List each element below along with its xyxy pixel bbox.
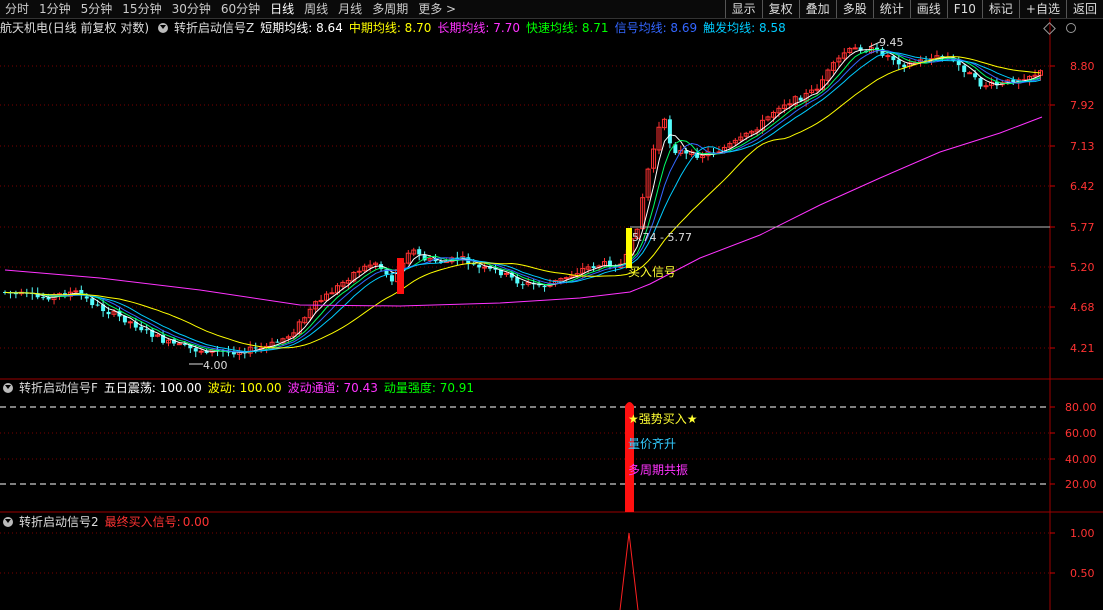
candle-body xyxy=(73,290,79,293)
candle-body xyxy=(329,292,335,295)
y-tick-label: 1.00 xyxy=(1070,527,1095,540)
candle-body xyxy=(852,47,858,50)
legend-field: 波动: 100.00 xyxy=(207,381,282,395)
legend-field: 触发均线: 8.58 xyxy=(703,21,786,35)
y-tick-label: 80.00 xyxy=(1065,401,1097,414)
candle-body xyxy=(275,341,280,343)
candlesticks xyxy=(3,42,1043,360)
field-label: 最终买入信号: xyxy=(104,515,181,529)
chart-mode: (日线 前复权 对数) xyxy=(48,21,150,35)
y-tick-label: 20.00 xyxy=(1065,478,1097,491)
legend-field: 快速均线: 8.71 xyxy=(525,21,609,35)
legend-field: 波动通道: 70.43 xyxy=(287,381,378,395)
candle-body xyxy=(814,88,820,91)
field-value: 0.00 xyxy=(182,515,210,529)
y-tick-label: 0.50 xyxy=(1070,567,1095,580)
candle-body xyxy=(139,326,144,331)
y-tick-label: 8.80 xyxy=(1070,60,1095,73)
signal-note: 量价齐升 xyxy=(628,436,676,451)
candle-body xyxy=(591,266,596,269)
sub1-legend: 转折启动信号F 五日震荡: 100.00 波动: 100.00 波动通道: 70.4… xyxy=(0,379,480,397)
candle-body xyxy=(477,264,482,268)
zoom-circle-icon[interactable] xyxy=(1066,23,1076,33)
candle-body xyxy=(563,277,569,280)
indicator-name[interactable]: 转折启动信号F xyxy=(19,379,98,397)
signal-note: 多周期共振 xyxy=(628,463,688,477)
candle-body xyxy=(127,321,133,324)
candle-body xyxy=(891,56,896,61)
signal-note: ★强势买入★ xyxy=(628,412,698,426)
candle-body xyxy=(253,347,258,349)
candle-body xyxy=(417,249,422,255)
signal-bar-red xyxy=(397,258,404,294)
candle-body xyxy=(356,270,362,273)
candle-body xyxy=(973,73,978,78)
candle-body xyxy=(967,72,973,75)
main-legend: 航天机电 (日线 前复权 对数) 转折启动信号Z 短期均线: 8.64 中期均线:… xyxy=(0,19,792,37)
legend-field: 短期均线: 8.64 xyxy=(260,21,343,35)
candle-body xyxy=(902,64,907,68)
y-tick-label: 5.77 xyxy=(1070,221,1095,234)
candle-body xyxy=(983,85,989,88)
strength-bar-cap xyxy=(625,402,634,406)
range-label: 5.74 - 5.77 xyxy=(632,231,692,244)
y-tick-label: 7.92 xyxy=(1070,99,1095,112)
candle-body xyxy=(978,78,983,87)
candle-body xyxy=(798,97,803,101)
legend-field: 信号均线: 8.69 xyxy=(614,21,698,35)
indicator-dropdown-icon[interactable] xyxy=(3,383,13,393)
high-label: 9.45 xyxy=(879,36,904,49)
indicator-dropdown-icon[interactable] xyxy=(158,23,169,33)
y-tick-label: 4.68 xyxy=(1070,301,1095,314)
candle-body xyxy=(144,329,149,331)
indicator-name[interactable]: 转折启动信号2 xyxy=(19,513,99,531)
candle-body xyxy=(198,350,204,353)
y-tick-label: 60.00 xyxy=(1065,427,1097,440)
candle-body xyxy=(389,275,394,282)
candle-body xyxy=(482,266,488,269)
candle-body xyxy=(787,103,793,106)
candle-body xyxy=(542,285,547,288)
candle-body xyxy=(176,343,182,346)
low-label: 4.00 xyxy=(203,359,228,372)
candle-body xyxy=(520,284,525,286)
legend-field: 动量强度: 70.91 xyxy=(383,381,475,395)
y-tick-label: 7.13 xyxy=(1070,140,1095,153)
candle-body xyxy=(885,55,891,58)
indicator-dropdown-icon[interactable] xyxy=(3,517,13,527)
y-tick-label: 5.20 xyxy=(1070,261,1095,274)
candle-body xyxy=(84,296,89,299)
stock-name: 航天机电 xyxy=(0,21,49,35)
candle-body xyxy=(193,348,198,352)
legend-field: 长期均线: 7.70 xyxy=(437,21,520,35)
y-tick-label: 40.00 xyxy=(1065,453,1097,466)
candle-body xyxy=(962,65,967,73)
candle-body xyxy=(896,59,901,65)
legend-field: 五日震荡: 100.00 xyxy=(103,381,202,395)
y-tick-label: 4.21 xyxy=(1070,342,1095,355)
candle-body xyxy=(106,311,111,315)
final-signal-spike xyxy=(619,532,639,610)
buy-signal-label: 买入信号 xyxy=(628,265,676,279)
sub2-legend: 转折启动信号2 最终买入信号: 0.00 xyxy=(0,513,215,531)
candle-body xyxy=(503,272,509,275)
y-tick-label: 6.42 xyxy=(1070,180,1095,193)
indicator-name[interactable]: 转折启动信号Z xyxy=(174,19,254,37)
candle-body xyxy=(41,297,46,299)
ma-mid-line xyxy=(4,56,1041,349)
candle-body xyxy=(95,304,100,306)
candle-body xyxy=(90,298,95,306)
legend-field: 中期均线: 8.70 xyxy=(348,21,432,35)
candle-body xyxy=(667,119,672,144)
